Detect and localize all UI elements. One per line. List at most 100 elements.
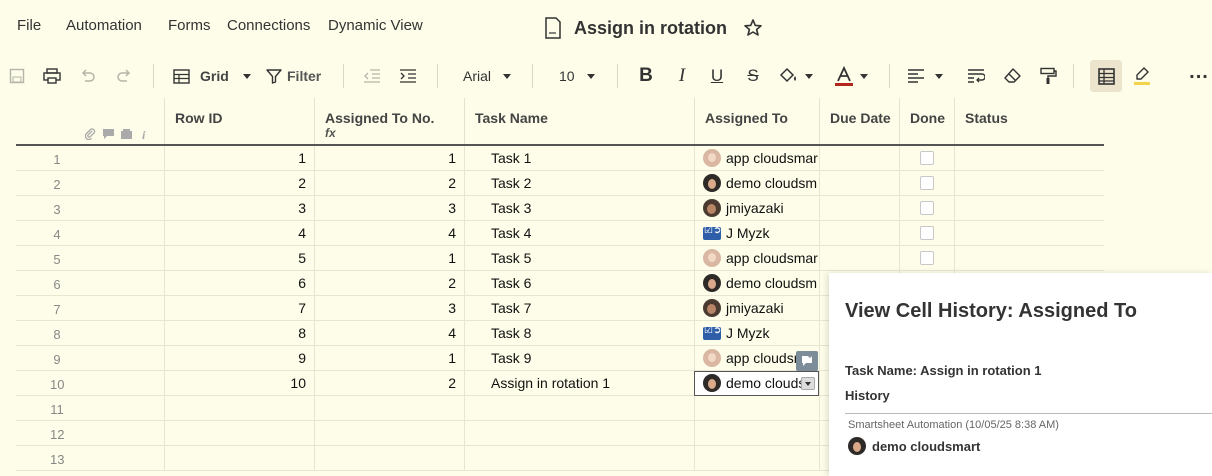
row-number-cell[interactable]: 9 [16,346,164,371]
format-painter-icon[interactable] [1037,62,1059,90]
assigned-to-cell[interactable]: app cloudsmar [694,146,819,171]
task-name-cell[interactable]: Task 7 [464,296,694,321]
assigned-to-no-cell[interactable] [314,396,464,421]
assigned-to-no-cell[interactable]: 2 [314,271,464,296]
row-id-cell[interactable]: 1 [164,146,314,171]
column-header-assigned-to-no[interactable]: Assigned To No. fx [314,98,464,144]
task-name-cell[interactable]: Task 3 [464,196,694,221]
done-checkbox[interactable] [920,226,934,240]
clear-format-icon[interactable] [1001,62,1023,90]
row-number-cell[interactable]: 11 [16,396,164,421]
task-name-cell[interactable] [464,446,694,471]
assigned-to-cell[interactable]: app cloudsmar [694,246,819,271]
column-header-row-id[interactable]: Row ID [164,98,314,144]
outdent-icon[interactable] [361,62,383,90]
status-cell[interactable] [954,246,1104,271]
assigned-to-cell-selected[interactable]: demo clouds [694,371,819,396]
filter-button[interactable]: Filter [266,62,328,90]
row-number-cell[interactable]: 2 [16,171,164,196]
redo-icon[interactable] [113,62,135,90]
done-checkbox[interactable] [920,151,934,165]
row-number-cell[interactable]: 7 [16,296,164,321]
due-date-cell[interactable] [819,221,899,246]
strikethrough-icon[interactable]: S [742,62,764,90]
done-cell[interactable] [899,196,954,221]
assigned-to-cell[interactable]: demo cloudsm [694,271,819,296]
undo-icon[interactable] [77,62,99,90]
menu-forms[interactable]: Forms [168,17,211,34]
row-id-cell[interactable]: 2 [164,171,314,196]
assigned-to-no-cell[interactable]: 2 [314,371,464,396]
row-number-cell[interactable]: 4 [16,221,164,246]
task-name-cell[interactable]: Task 1 [464,146,694,171]
assigned-to-cell[interactable] [694,446,819,471]
row-id-cell[interactable]: 8 [164,321,314,346]
done-cell[interactable] [899,221,954,246]
font-family-select[interactable]: Arial [463,62,517,90]
row-id-cell[interactable]: 4 [164,221,314,246]
assigned-to-no-cell[interactable]: 2 [314,171,464,196]
done-cell[interactable] [899,246,954,271]
assigned-to-no-cell[interactable]: 4 [314,221,464,246]
status-cell[interactable] [954,171,1104,196]
task-name-cell[interactable]: Task 6 [464,271,694,296]
assigned-to-no-cell[interactable]: 3 [314,296,464,321]
row-id-cell[interactable] [164,396,314,421]
row-id-cell[interactable] [164,446,314,471]
column-header-done[interactable]: Done [899,98,954,144]
row-number-cell[interactable]: 5 [16,246,164,271]
assigned-to-cell[interactable]: demo cloudsm [694,171,819,196]
highlight-icon[interactable] [1131,62,1153,90]
assigned-to-no-cell[interactable] [314,446,464,471]
italic-icon[interactable]: I [671,62,693,90]
row-number-cell[interactable]: 8 [16,321,164,346]
task-name-cell[interactable] [464,421,694,446]
task-name-cell[interactable]: Task 9 [464,346,694,371]
row-id-cell[interactable]: 9 [164,346,314,371]
menu-connections[interactable]: Connections [227,17,310,34]
assigned-to-no-cell[interactable]: 1 [314,246,464,271]
status-cell[interactable] [954,146,1104,171]
task-name-cell[interactable] [464,396,694,421]
indent-icon[interactable] [397,62,419,90]
assigned-to-no-cell[interactable] [314,421,464,446]
row-number-cell[interactable]: 3 [16,196,164,221]
underline-icon[interactable]: U [706,62,728,90]
column-header-task-name[interactable]: Task Name [464,98,694,144]
print-icon[interactable] [40,62,64,90]
row-id-cell[interactable]: 10 [164,371,314,396]
menu-dynamic-view[interactable]: Dynamic View [328,17,423,34]
row-id-cell[interactable]: 6 [164,271,314,296]
font-size-select[interactable]: 10 [559,62,597,90]
text-color-button[interactable] [834,62,874,90]
menu-file[interactable]: File [17,17,41,34]
assigned-to-no-cell[interactable]: 1 [314,346,464,371]
task-name-cell[interactable]: Task 4 [464,221,694,246]
done-checkbox[interactable] [920,251,934,265]
row-id-cell[interactable] [164,421,314,446]
due-date-cell[interactable] [819,246,899,271]
due-date-cell[interactable] [819,196,899,221]
done-checkbox[interactable] [920,176,934,190]
grid-lines-toggle[interactable] [1090,60,1122,92]
assigned-to-cell[interactable]: jmiyazaki [694,196,819,221]
more-options-icon[interactable]: ... [1186,61,1212,90]
add-comment-icon[interactable] [796,351,818,371]
bold-icon[interactable]: B [635,62,657,90]
row-id-cell[interactable]: 5 [164,246,314,271]
row-number-cell[interactable]: 12 [16,421,164,446]
row-number-cell[interactable]: 10 [16,371,164,396]
done-cell[interactable] [899,146,954,171]
assigned-to-cell[interactable]: jmiyazaki [694,296,819,321]
row-id-cell[interactable]: 7 [164,296,314,321]
row-number-cell[interactable]: 6 [16,271,164,296]
assigned-to-no-cell[interactable]: 4 [314,321,464,346]
align-button[interactable] [907,62,951,90]
task-name-cell[interactable]: Assign in rotation 1 [464,371,694,396]
done-checkbox[interactable] [920,201,934,215]
menu-automation[interactable]: Automation [66,17,142,34]
task-name-cell[interactable]: Task 5 [464,246,694,271]
due-date-cell[interactable] [819,171,899,196]
status-cell[interactable] [954,221,1104,246]
assigned-to-no-cell[interactable]: 3 [314,196,464,221]
